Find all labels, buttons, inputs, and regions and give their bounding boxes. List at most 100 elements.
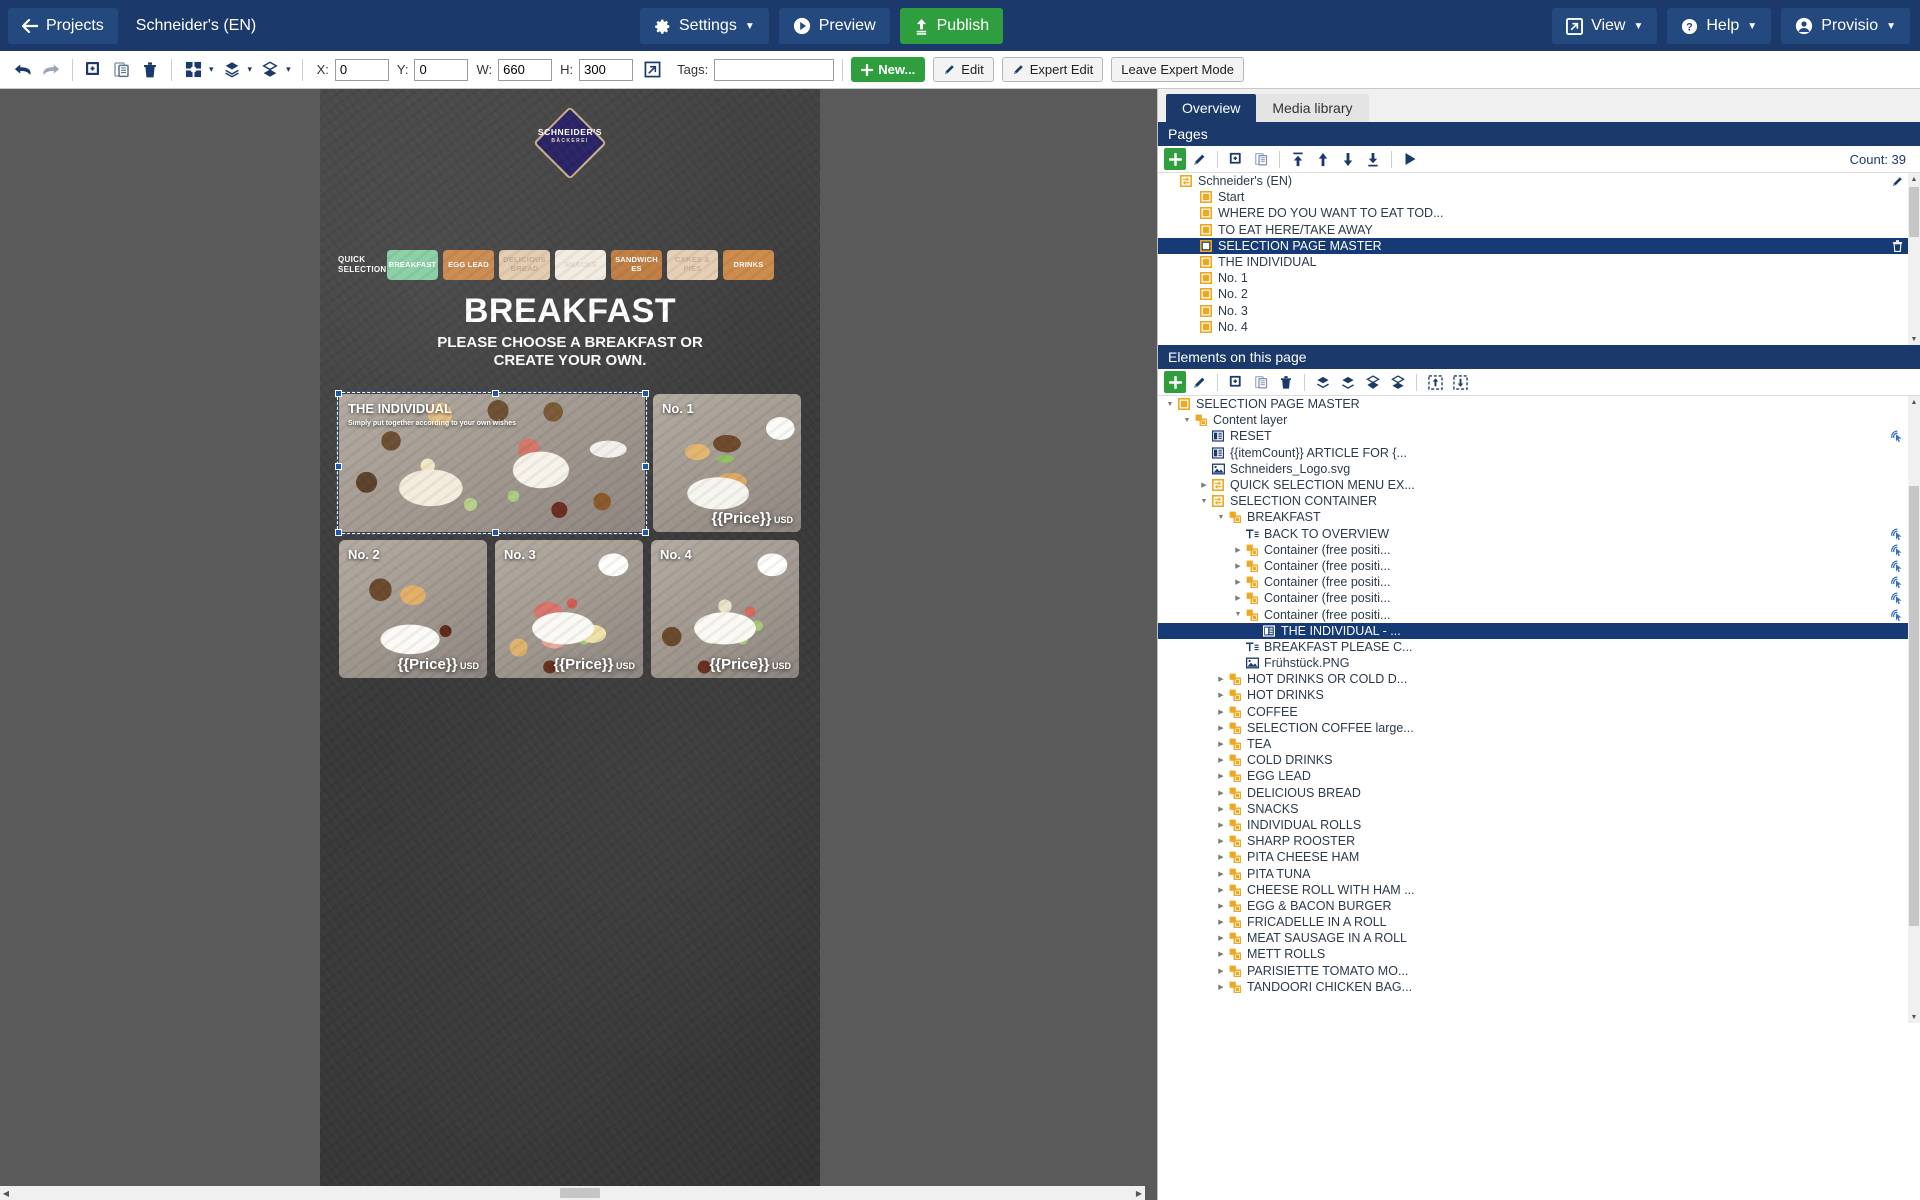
tree-item[interactable]: No. 3: [1158, 303, 1920, 319]
tree-item[interactable]: ▶ COFFEE: [1158, 704, 1920, 720]
tree-item[interactable]: ▶ PITA CHEESE HAM: [1158, 849, 1920, 865]
projects-button[interactable]: Projects: [8, 7, 118, 44]
tree-item[interactable]: ▶ Container (free positi...: [1158, 558, 1920, 574]
x-input[interactable]: [334, 58, 389, 81]
chevron-right-icon[interactable]: ▶: [1215, 837, 1227, 845]
edit-button[interactable]: Edit: [933, 57, 994, 82]
settings-button[interactable]: Settings ▼: [640, 8, 769, 44]
tree-item[interactable]: Schneider's (EN): [1158, 173, 1920, 189]
resize-handle[interactable]: [335, 529, 342, 536]
pages-scroll-up-icon[interactable]: ▲: [1908, 173, 1920, 185]
tree-item[interactable]: ▶ Container (free positi...: [1158, 574, 1920, 590]
chevron-down-icon[interactable]: ▼: [1181, 417, 1193, 424]
chevron-right-icon[interactable]: ▶: [1215, 853, 1227, 861]
tree-item[interactable]: Frühstück.PNG: [1158, 655, 1920, 671]
paste-element-button[interactable]: [1249, 371, 1273, 393]
preview-button[interactable]: Preview: [778, 8, 890, 44]
undo-button[interactable]: [10, 57, 36, 83]
tree-item[interactable]: ▶ METT ROLLS: [1158, 946, 1920, 962]
resize-handle[interactable]: [335, 463, 342, 470]
chevron-right-icon[interactable]: ▶: [1215, 983, 1227, 991]
chevron-right-icon[interactable]: ▶: [1215, 740, 1227, 748]
publish-button[interactable]: Publish: [899, 8, 1004, 44]
chevron-right-icon[interactable]: ▶: [1232, 594, 1244, 602]
add-page-button[interactable]: [1164, 148, 1186, 170]
tree-item[interactable]: WHERE DO YOU WANT TO EAT TOD...: [1158, 205, 1920, 221]
align-button[interactable]: [180, 57, 206, 83]
menu-card[interactable]: No. 2 {{Price}} USD: [339, 540, 487, 678]
pages-tree[interactable]: Schneider's (EN) Start WHERE DO YOU WANT T…: [1158, 173, 1920, 345]
bring-forward-button[interactable]: [219, 57, 245, 83]
tree-item[interactable]: ▶ SNACKS: [1158, 801, 1920, 817]
resize-handle[interactable]: [492, 390, 499, 397]
tree-item[interactable]: Schneiders_Logo.svg: [1158, 461, 1920, 477]
tree-item[interactable]: ▶ HOT DRINKS: [1158, 687, 1920, 703]
chevron-right-icon[interactable]: ▶: [1215, 902, 1227, 910]
bring-forward-button[interactable]: [1336, 371, 1360, 393]
tree-item[interactable]: ▶ INDIVIDUAL ROLLS: [1158, 817, 1920, 833]
resize-handle[interactable]: [642, 529, 649, 536]
tree-item[interactable]: TO EAT HERE/TAKE AWAY: [1158, 222, 1920, 238]
pages-tree-scrollbar[interactable]: ▲ ▼: [1908, 173, 1920, 345]
pages-scroll-down-icon[interactable]: ▼: [1908, 333, 1920, 345]
chevron-right-icon[interactable]: ▶: [1232, 578, 1244, 586]
redo-button[interactable]: [38, 57, 64, 83]
tree-item[interactable]: ▶ SELECTION COFFEE large...: [1158, 720, 1920, 736]
elements-tree-scrollbar[interactable]: ▲ ▼: [1908, 396, 1920, 1023]
pages-scroll-thumb[interactable]: [1909, 187, 1919, 237]
chevron-right-icon[interactable]: ▶: [1215, 805, 1227, 813]
import-element-button[interactable]: [1448, 371, 1472, 393]
bring-to-front-button[interactable]: [1311, 371, 1335, 393]
add-element-button[interactable]: [1164, 371, 1186, 393]
move-to-bottom-button[interactable]: [1361, 148, 1385, 170]
send-backward-dropdown-caret[interactable]: ▾: [286, 64, 291, 75]
new-button[interactable]: New...: [851, 57, 926, 82]
align-dropdown-caret[interactable]: ▾: [209, 64, 214, 75]
paste-page-button[interactable]: [1249, 148, 1273, 170]
tree-item[interactable]: ▶ QUICK SELECTION MENU EX...: [1158, 477, 1920, 493]
elements-scroll-down-icon[interactable]: ▼: [1908, 1011, 1920, 1023]
tree-item[interactable]: ▶ SHARP ROOSTER: [1158, 833, 1920, 849]
quick-button-drinks[interactable]: DRINKS: [723, 250, 774, 280]
chevron-right-icon[interactable]: ▶: [1215, 821, 1227, 829]
canvas-hscroll-thumb[interactable]: [560, 1188, 600, 1198]
h-input[interactable]: [579, 58, 634, 81]
tree-item[interactable]: ▶ TANDOORI CHICKEN BAG...: [1158, 979, 1920, 995]
chevron-down-icon[interactable]: ▼: [1232, 611, 1244, 618]
tree-item[interactable]: BACK TO OVERVIEW: [1158, 526, 1920, 542]
scroll-left-arrow-icon[interactable]: ◀: [0, 1187, 12, 1199]
chevron-right-icon[interactable]: ▶: [1215, 691, 1227, 699]
quick-button-breakfast[interactable]: BREAKFAST: [387, 250, 438, 280]
paste-button[interactable]: [109, 57, 135, 83]
export-element-button[interactable]: [1423, 371, 1447, 393]
tree-item[interactable]: ▶ PITA TUNA: [1158, 865, 1920, 881]
tree-item[interactable]: No. 4: [1158, 319, 1920, 335]
edit-page-button[interactable]: [1187, 148, 1211, 170]
tree-item[interactable]: ▼ SELECTION CONTAINER: [1158, 493, 1920, 509]
chevron-right-icon[interactable]: ▶: [1215, 918, 1227, 926]
tree-item[interactable]: ▶ TEA: [1158, 736, 1920, 752]
chevron-right-icon[interactable]: ▶: [1232, 562, 1244, 570]
delete-button[interactable]: [137, 57, 163, 83]
tree-item[interactable]: No. 2: [1158, 286, 1920, 302]
tree-item[interactable]: RESET: [1158, 428, 1920, 444]
send-backward-button[interactable]: [257, 57, 283, 83]
help-button[interactable]: ? Help ▼: [1667, 8, 1772, 44]
resize-handle[interactable]: [642, 390, 649, 397]
send-backward-button[interactable]: [1361, 371, 1385, 393]
tab-overview[interactable]: Overview: [1166, 94, 1257, 122]
quick-button-egg-lead[interactable]: EGG LEAD: [443, 250, 494, 280]
chevron-right-icon[interactable]: ▶: [1215, 772, 1227, 780]
quick-button-sandwich-es[interactable]: SANDWICH ES: [611, 250, 662, 280]
tree-item[interactable]: ▶ MEAT SAUSAGE IN A ROLL: [1158, 930, 1920, 946]
chevron-right-icon[interactable]: ▶: [1215, 756, 1227, 764]
duplicate-element-button[interactable]: [1224, 371, 1248, 393]
chevron-right-icon[interactable]: ▶: [1215, 967, 1227, 975]
duplicate-button[interactable]: [81, 57, 107, 83]
menu-card[interactable]: No. 1 {{Price}} USD: [653, 394, 801, 532]
tree-item[interactable]: {{itemCount}} ARTICLE FOR {...: [1158, 445, 1920, 461]
tree-item[interactable]: Start: [1158, 189, 1920, 205]
tree-item[interactable]: THE INDIVIDUAL: [1158, 254, 1920, 270]
delete-element-button[interactable]: [1274, 371, 1298, 393]
menu-card[interactable]: THE INDIVIDUAL Simply put together accord…: [335, 390, 649, 536]
